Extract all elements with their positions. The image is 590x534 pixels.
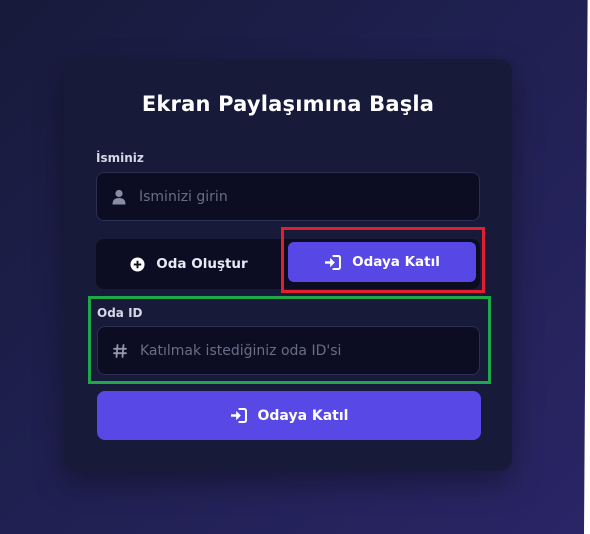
name-label: İsminiz <box>96 151 144 165</box>
card-title: Ekran Paylaşımına Başla <box>141 92 435 116</box>
sign-in-icon <box>230 408 247 423</box>
green-highlight-box <box>88 296 491 384</box>
plus-circle-icon <box>130 256 145 272</box>
create-room-label: Oda Oluştur <box>156 256 248 272</box>
page-edge <box>584 0 590 534</box>
user-icon <box>110 188 128 206</box>
name-input-wrapper[interactable] <box>96 172 480 221</box>
create-room-button[interactable]: Oda Oluştur <box>96 239 282 289</box>
join-room-submit-button[interactable]: Odaya Katıl <box>97 391 481 440</box>
name-input[interactable] <box>139 188 479 205</box>
join-room-submit-label: Odaya Katıl <box>257 407 349 424</box>
red-highlight-box <box>281 227 485 293</box>
